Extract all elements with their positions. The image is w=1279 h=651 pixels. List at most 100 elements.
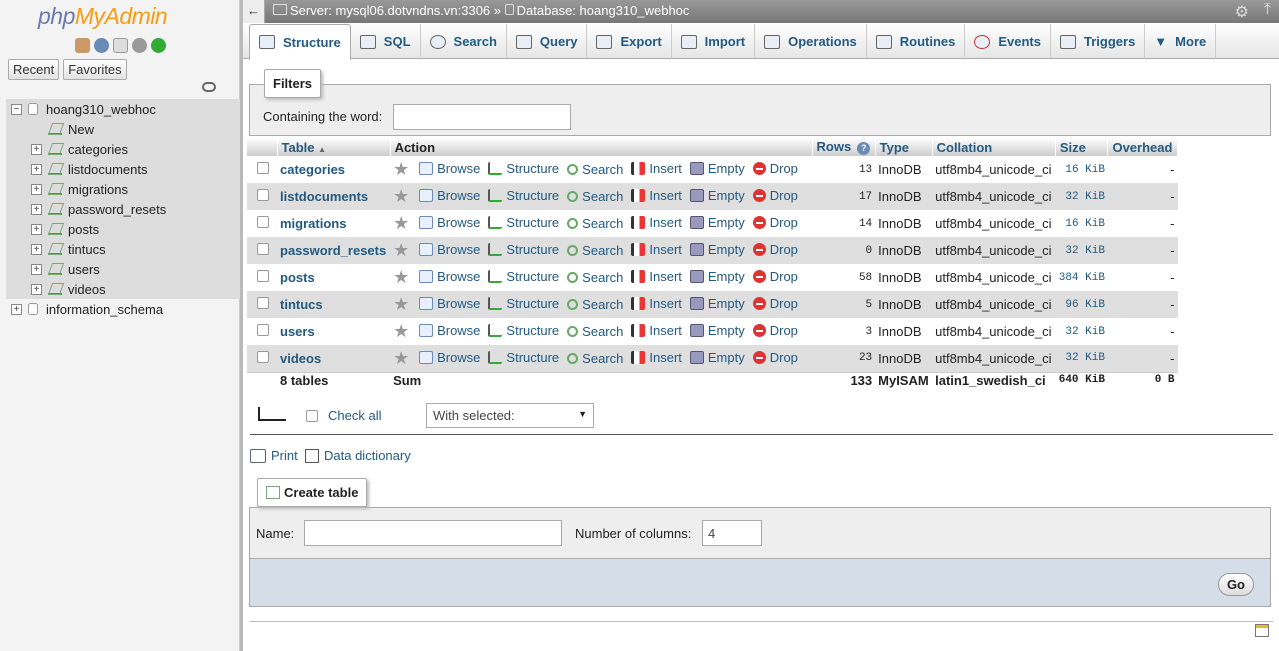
browse-action[interactable]: Browse xyxy=(419,161,480,176)
structure-action[interactable]: Structure xyxy=(488,161,559,176)
browse-action[interactable]: Browse xyxy=(419,269,480,284)
favorites-button[interactable]: Favorites xyxy=(63,59,127,80)
tab-import[interactable]: Import xyxy=(672,24,756,59)
favorite-star-icon[interactable]: ★ xyxy=(393,322,411,340)
size[interactable]: 16 KiB xyxy=(1055,210,1108,237)
table-name-link[interactable]: categories xyxy=(280,162,345,177)
structure-action[interactable]: Structure xyxy=(488,188,559,203)
drop-action[interactable]: Drop xyxy=(752,215,798,230)
favorite-star-icon[interactable]: ★ xyxy=(393,268,411,286)
table-name-link[interactable]: migrations xyxy=(280,216,346,231)
print-link[interactable]: Print xyxy=(250,448,298,463)
phpmyadmin-logo[interactable]: phpMyAdmin xyxy=(38,3,168,30)
browse-action[interactable]: Browse xyxy=(419,323,480,338)
breadcrumb-database[interactable]: Database: hoang310_webhoc xyxy=(517,3,690,18)
row-checkbox[interactable] xyxy=(257,350,269,363)
size[interactable]: 96 KiB xyxy=(1055,291,1108,318)
row-checkbox[interactable] xyxy=(257,270,269,282)
search-action[interactable]: Search xyxy=(567,162,623,177)
insert-action[interactable]: Insert xyxy=(631,323,682,338)
insert-action[interactable]: Insert xyxy=(631,296,682,311)
row-checkbox[interactable] xyxy=(257,162,269,174)
expand-icon[interactable]: + xyxy=(31,283,42,295)
search-action[interactable]: Search xyxy=(567,189,623,204)
browse-action[interactable]: Browse xyxy=(419,215,480,230)
tree-table-password-resets[interactable]: + password_resets xyxy=(6,199,240,219)
link-with-main-panel-icon[interactable] xyxy=(202,82,216,92)
expand-icon[interactable]: + xyxy=(31,243,42,255)
settings-icon[interactable] xyxy=(132,38,147,53)
drop-action[interactable]: Drop xyxy=(752,350,798,365)
tree-item-new[interactable]: New xyxy=(6,119,240,139)
expand-icon[interactable]: + xyxy=(31,183,42,195)
tab-operations[interactable]: Operations xyxy=(755,24,867,59)
empty-action[interactable]: Empty xyxy=(689,242,745,257)
favorite-star-icon[interactable]: ★ xyxy=(393,349,411,367)
favorite-star-icon[interactable]: ★ xyxy=(393,187,411,205)
browse-action[interactable]: Browse xyxy=(419,296,480,311)
row-checkbox[interactable] xyxy=(257,297,269,309)
row-checkbox[interactable] xyxy=(257,324,269,336)
structure-action[interactable]: Structure xyxy=(488,296,559,311)
row-checkbox[interactable] xyxy=(257,243,269,255)
docs-icon[interactable] xyxy=(113,38,128,53)
table-name-input[interactable] xyxy=(304,520,562,546)
search-action[interactable]: Search xyxy=(567,297,623,312)
filter-input[interactable] xyxy=(393,104,571,130)
structure-action[interactable]: Structure xyxy=(488,215,559,230)
console-icon[interactable] xyxy=(1255,624,1269,637)
search-action[interactable]: Search xyxy=(567,243,623,258)
tab-sql[interactable]: SQL xyxy=(351,24,421,59)
help-icon[interactable] xyxy=(94,38,109,53)
check-all-checkbox[interactable] xyxy=(306,409,318,422)
favorite-star-icon[interactable]: ★ xyxy=(393,241,411,259)
tree-table-categories[interactable]: + categories xyxy=(6,139,240,159)
insert-action[interactable]: Insert xyxy=(631,350,682,365)
size[interactable]: 32 KiB xyxy=(1055,345,1108,372)
empty-action[interactable]: Empty xyxy=(689,350,745,365)
insert-action[interactable]: Insert xyxy=(631,269,682,284)
structure-action[interactable]: Structure xyxy=(488,323,559,338)
tree-db-information-schema[interactable]: + information_schema xyxy=(6,299,240,319)
insert-action[interactable]: Insert xyxy=(631,242,682,257)
drop-action[interactable]: Drop xyxy=(752,188,798,203)
search-action[interactable]: Search xyxy=(567,351,623,366)
tree-table-users[interactable]: + users xyxy=(6,259,240,279)
browse-action[interactable]: Browse xyxy=(419,350,480,365)
size[interactable]: 32 KiB xyxy=(1055,183,1108,210)
settings-icon[interactable]: ⚙ xyxy=(1235,2,1249,22)
tab-triggers[interactable]: Triggers xyxy=(1051,24,1146,59)
table-name-link[interactable]: tintucs xyxy=(280,297,323,312)
size[interactable]: 32 KiB xyxy=(1055,237,1108,264)
tree-table-posts[interactable]: + posts xyxy=(6,219,240,239)
row-checkbox[interactable] xyxy=(257,189,269,201)
tab-query[interactable]: Query xyxy=(507,24,588,59)
check-all-link[interactable]: Check all xyxy=(328,408,381,423)
breadcrumb-server[interactable]: Server: mysql06.dotvndns.vn:3306 xyxy=(290,3,490,18)
browse-action[interactable]: Browse xyxy=(419,188,480,203)
column-header-rows[interactable]: Rows? xyxy=(812,138,876,156)
empty-action[interactable]: Empty xyxy=(689,161,745,176)
expand-icon[interactable]: + xyxy=(31,223,42,235)
drop-action[interactable]: Drop xyxy=(752,161,798,176)
recent-button[interactable]: Recent xyxy=(8,59,60,80)
table-name-link[interactable]: posts xyxy=(280,270,315,285)
tree-table-migrations[interactable]: + migrations xyxy=(6,179,240,199)
drop-action[interactable]: Drop xyxy=(752,323,798,338)
search-action[interactable]: Search xyxy=(567,216,623,231)
expand-icon[interactable]: + xyxy=(11,303,22,315)
drop-action[interactable]: Drop xyxy=(752,242,798,257)
size[interactable]: 384 KiB xyxy=(1055,264,1108,291)
tree-table-tintucs[interactable]: + tintucs xyxy=(6,239,240,259)
expand-icon[interactable]: + xyxy=(31,143,42,155)
help-icon[interactable]: ? xyxy=(857,142,871,155)
empty-action[interactable]: Empty xyxy=(689,188,745,203)
tree-table-listdocuments[interactable]: + listdocuments xyxy=(6,159,240,179)
size[interactable]: 32 KiB xyxy=(1055,318,1108,345)
drop-action[interactable]: Drop xyxy=(752,269,798,284)
number-of-columns-input[interactable]: 4 xyxy=(702,520,762,546)
data-dictionary-link[interactable]: Data dictionary xyxy=(305,448,411,463)
go-button[interactable]: Go xyxy=(1217,573,1254,596)
insert-action[interactable]: Insert xyxy=(631,188,682,203)
insert-action[interactable]: Insert xyxy=(631,161,682,176)
